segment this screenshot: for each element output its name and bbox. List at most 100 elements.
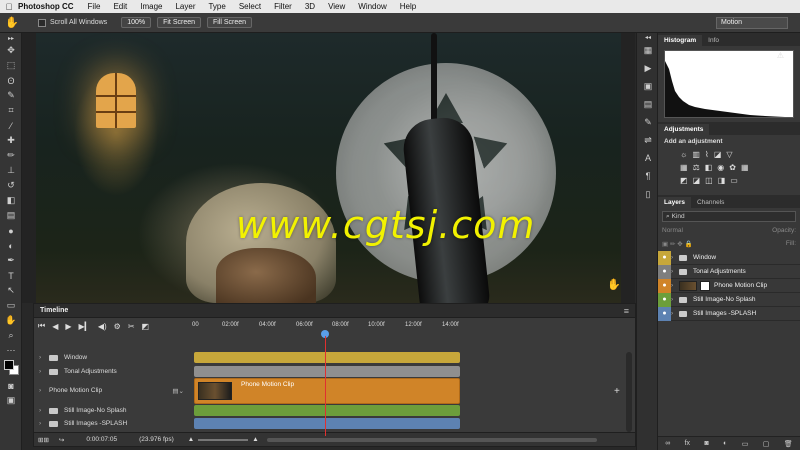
foreground-color-swatch[interactable] <box>4 360 14 370</box>
current-timecode[interactable]: 0:00:07:05 <box>86 436 117 443</box>
gradient-tool-icon[interactable]: ▤ <box>0 208 22 223</box>
delete-layer-icon[interactable]: 🗑 <box>784 440 793 448</box>
quick-mask-icon[interactable]: ◙ <box>0 378 22 393</box>
track-splash[interactable]: › Still Images -SPLASH <box>34 417 192 430</box>
stamp-tool-icon[interactable]: ⊥ <box>0 163 22 178</box>
workspace-select[interactable]: Motion <box>716 17 788 29</box>
eyedropper-tool-icon[interactable]: ⁄ <box>0 118 22 133</box>
add-mask-icon[interactable]: ◙ <box>704 440 708 447</box>
more-tools-icon[interactable]: ⋯ <box>0 343 22 358</box>
move-tool-icon[interactable]: ✥ <box>0 43 22 58</box>
selective-color-icon[interactable]: ◨ <box>718 176 726 185</box>
menu-select[interactable]: Select <box>239 2 261 11</box>
clip-bar-window[interactable] <box>194 352 460 363</box>
new-layer-icon[interactable]: ▢ <box>763 440 770 448</box>
play-icon[interactable]: ▶ <box>65 322 71 331</box>
split-clip-icon[interactable]: ✂ <box>128 322 135 331</box>
expand-arrow-icon[interactable]: › <box>39 387 49 394</box>
previous-frame-icon[interactable]: ◀ <box>52 322 58 331</box>
visibility-eye-icon[interactable]: ● <box>658 278 671 293</box>
type-tool-icon[interactable]: T <box>0 268 22 283</box>
brushes-icon[interactable]: ✎ <box>637 113 659 131</box>
expand-arrow-icon[interactable]: › <box>39 368 49 375</box>
warning-icon[interactable]: ⚠ <box>777 51 784 60</box>
clip-bar-phone-motion[interactable]: Phone Motion Clip <box>194 378 460 404</box>
threshold-icon[interactable]: ◫ <box>705 176 713 185</box>
link-layers-icon[interactable]: ∞ <box>665 440 670 447</box>
layer-style-icon[interactable]: fx <box>685 440 690 447</box>
panel-menu-icon[interactable]: ≡ <box>624 306 629 316</box>
track-window[interactable]: › Window <box>34 351 192 364</box>
render-video-icon[interactable]: ⊞⊞ <box>38 436 49 444</box>
layer-row[interactable]: ● › Still Images -SPLASH <box>658 306 800 321</box>
blend-mode-select[interactable]: Normal <box>662 227 683 234</box>
collapse-icon[interactable]: ▸▸ <box>0 33 22 43</box>
track-phone-clip[interactable]: › Phone Motion Clip ▤⌄ <box>34 384 192 397</box>
path-select-tool-icon[interactable]: ↖ <box>0 283 22 298</box>
visibility-eye-icon[interactable]: ● <box>658 306 671 321</box>
black-white-icon[interactable]: ◧ <box>705 163 713 172</box>
eraser-tool-icon[interactable]: ◧ <box>0 193 22 208</box>
vertical-scrollbar[interactable] <box>626 352 632 432</box>
first-frame-icon[interactable]: ⏮ <box>38 321 45 331</box>
expand-arrow-icon[interactable]: › <box>39 420 49 427</box>
horizontal-scrollbar[interactable] <box>266 437 597 442</box>
tab-info[interactable]: Info <box>702 35 725 46</box>
character-icon[interactable]: A <box>637 149 659 167</box>
menu-file[interactable]: File <box>88 2 101 11</box>
app-menu[interactable]: Photoshop CC <box>18 2 74 11</box>
visibility-eye-icon[interactable]: ● <box>658 250 671 265</box>
hand-tool-icon[interactable]: ✋ <box>0 313 22 328</box>
menu-help[interactable]: Help <box>400 2 416 11</box>
expand-arrow-icon[interactable]: › <box>671 254 679 261</box>
layer-row[interactable]: ● › Window <box>658 250 800 265</box>
history-brush-icon[interactable]: ↺ <box>0 178 22 193</box>
audio-icon[interactable]: ◀) <box>98 322 107 331</box>
track-tonal[interactable]: › Tonal Adjustments <box>34 365 192 378</box>
menu-window[interactable]: Window <box>358 2 386 11</box>
add-media-icon[interactable]: + <box>614 386 620 397</box>
tab-histogram[interactable]: Histogram <box>658 35 703 46</box>
document-canvas[interactable]: www.cgtsj.com ✋ <box>22 33 635 303</box>
timeline-title[interactable]: Timeline <box>40 307 68 314</box>
vibrance-icon[interactable]: ▽ <box>726 150 732 159</box>
gradient-map-icon[interactable]: ▭ <box>730 176 738 185</box>
menu-type[interactable]: Type <box>208 2 225 11</box>
dodge-tool-icon[interactable]: ◐ <box>0 238 22 253</box>
shape-tool-icon[interactable]: ▭ <box>0 298 22 313</box>
clip-bar-no-splash[interactable] <box>194 405 460 416</box>
apple-menu-icon[interactable]:  <box>0 2 18 12</box>
glyphs-icon[interactable]: ▯ <box>637 185 659 203</box>
actions-icon[interactable]: ▶ <box>637 59 659 77</box>
zoom-in-icon[interactable]: ▲ <box>252 436 258 443</box>
history-icon[interactable]: ▦ <box>637 41 659 59</box>
photo-filter-icon[interactable]: ◉ <box>717 163 724 172</box>
zoom-slider[interactable] <box>198 438 249 441</box>
crop-tool-icon[interactable]: ⌗ <box>0 103 22 118</box>
fit-screen-button[interactable]: Fit Screen <box>157 17 201 28</box>
tab-adjustments[interactable]: Adjustments <box>658 124 710 135</box>
layer-row[interactable]: ● › Phone Motion Clip <box>658 278 800 293</box>
adjust-icon[interactable]: ⇌ <box>637 131 659 149</box>
clip-bar-splash[interactable] <box>194 418 460 429</box>
playhead-line[interactable] <box>325 336 326 436</box>
expand-arrow-icon[interactable]: › <box>671 296 679 303</box>
visibility-eye-icon[interactable]: ● <box>658 292 671 307</box>
zoom-tool-icon[interactable]: ⌕ <box>0 328 22 343</box>
marquee-tool-icon[interactable]: ⬚ <box>0 58 22 73</box>
zoom-100-button[interactable]: 100% <box>121 17 152 28</box>
collapse-icon[interactable]: ◂◂ <box>637 33 659 41</box>
clip-bar-tonal[interactable] <box>194 366 460 377</box>
zoom-out-icon[interactable]: ▲ <box>188 436 194 443</box>
menu-view[interactable]: View <box>328 2 345 11</box>
hue-saturation-icon[interactable]: ▦ <box>680 163 688 172</box>
next-frame-icon[interactable]: ▶▎ <box>79 322 91 331</box>
properties-icon[interactable]: ▤ <box>637 95 659 113</box>
color-lookup-icon[interactable]: ▦ <box>741 163 749 172</box>
hand-tool-preset-icon[interactable]: ✋ <box>0 16 24 29</box>
libraries-icon[interactable]: ▣ <box>637 77 659 95</box>
track-no-splash[interactable]: › Still Image-No Splash <box>34 404 192 417</box>
menu-layer[interactable]: Layer <box>175 2 195 11</box>
time-ruler[interactable]: 00 02:00f 04:00f 06:00f 08:00f 10:00f 12… <box>192 319 622 333</box>
expand-arrow-icon[interactable]: › <box>671 268 679 275</box>
